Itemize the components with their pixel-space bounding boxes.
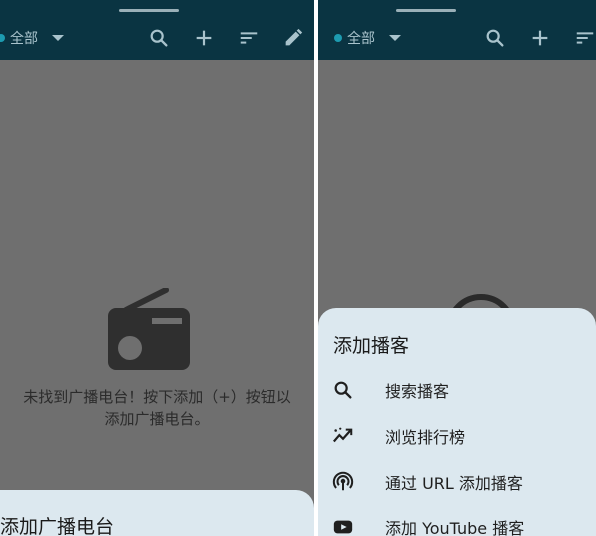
- drag-handle[interactable]: [119, 9, 179, 12]
- trending-icon: [332, 425, 354, 447]
- menu-item-label: 通过 URL 添加播客: [385, 474, 523, 493]
- empty-state-message: 未找到广播电台！按下添加（+）按钮以 添加广播电台。: [0, 386, 314, 430]
- radio-icon: [106, 287, 192, 372]
- youtube-icon: [332, 516, 354, 536]
- filter-dot-icon: [0, 34, 5, 42]
- menu-item-add-by-url[interactable]: 通过 URL 添加播客: [318, 462, 596, 502]
- top-app-bar: 全部: [0, 0, 314, 60]
- bottom-sheet: 添加广播电台: [0, 490, 314, 536]
- sheet-title: 添加播客: [333, 335, 410, 357]
- empty-message-line1: 未找到广播电台！按下添加（+）按钮以: [23, 388, 291, 406]
- podcast-feed-icon: [332, 471, 354, 493]
- filter-label: 全部: [10, 31, 38, 47]
- chevron-down-icon: [52, 35, 64, 41]
- chevron-down-icon: [389, 35, 401, 41]
- filter-dot-icon: [334, 34, 342, 42]
- menu-item-search-podcast[interactable]: 搜索播客: [318, 370, 596, 410]
- top-app-bar: 全部: [318, 0, 596, 60]
- sort-icon[interactable]: [238, 27, 260, 49]
- add-icon[interactable]: [529, 27, 551, 49]
- menu-item-browse-charts[interactable]: 浏览排行榜: [318, 416, 596, 456]
- search-icon[interactable]: [484, 27, 506, 49]
- search-icon: [332, 379, 354, 401]
- podcast-screen: 全部 添加播客 搜索播客 浏览排行榜 通过 URL 添加播客 添加 YouTub…: [318, 0, 596, 536]
- menu-item-label: 添加 YouTube 播客: [385, 519, 525, 536]
- radio-screen: 全部 未找到广播电台！按下添加（+）按钮以 添加广播电台。 添加广播电台: [0, 0, 314, 536]
- drag-handle[interactable]: [396, 9, 456, 12]
- filter-label: 全部: [347, 31, 375, 47]
- add-icon[interactable]: [193, 27, 215, 49]
- filter-dropdown[interactable]: 全部: [0, 28, 64, 48]
- sort-icon[interactable]: [574, 27, 596, 49]
- menu-item-label: 浏览排行榜: [385, 428, 466, 447]
- empty-message-line2: 添加广播电台。: [104, 410, 210, 428]
- menu-item-add-youtube[interactable]: 添加 YouTube 播客: [318, 507, 596, 536]
- sheet-title: 添加广播电台: [0, 516, 115, 536]
- search-icon[interactable]: [148, 27, 170, 49]
- edit-icon[interactable]: [282, 27, 304, 49]
- menu-item-label: 搜索播客: [385, 382, 450, 401]
- bottom-sheet: 添加播客 搜索播客 浏览排行榜 通过 URL 添加播客 添加 YouTube 播…: [318, 308, 596, 536]
- filter-dropdown[interactable]: 全部: [334, 28, 401, 48]
